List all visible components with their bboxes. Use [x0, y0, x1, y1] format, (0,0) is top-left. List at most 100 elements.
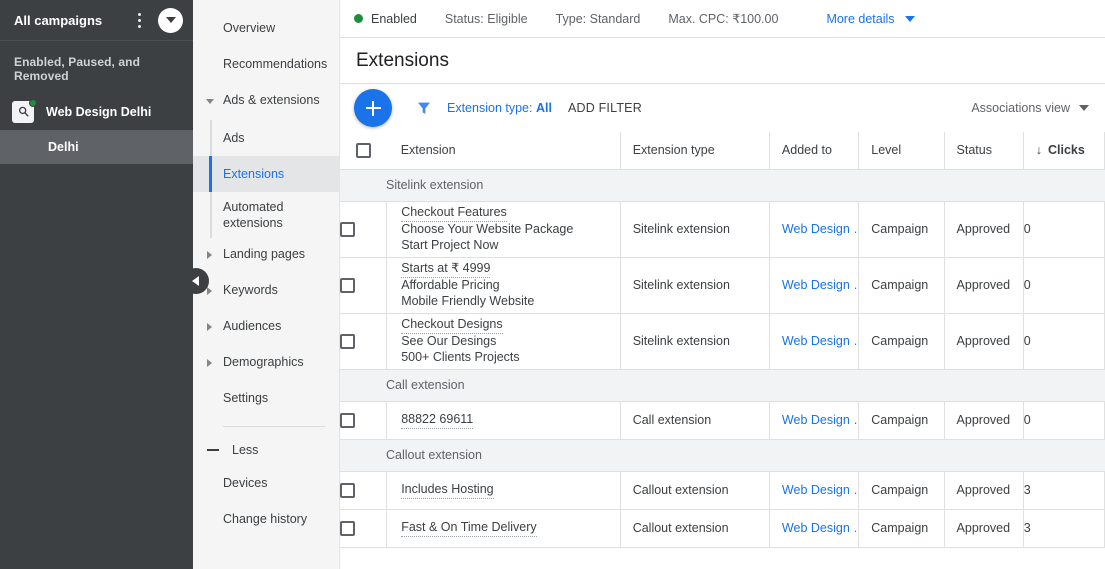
row-checkbox[interactable]: [340, 482, 355, 498]
nav-item-devices[interactable]: Devices: [193, 467, 339, 503]
table-row[interactable]: 88822 69611 Call extension Web Design … Cam…: [340, 401, 1105, 440]
added-to-cell[interactable]: Web Design …: [769, 401, 860, 440]
more-details-label: More details: [826, 11, 895, 26]
chevron-down-icon: [904, 15, 915, 22]
nav-item-audiences[interactable]: Audiences: [193, 310, 339, 346]
table-group-label: Sitelink extension: [340, 169, 1105, 202]
level-cell: Campaign: [858, 313, 945, 370]
column-header-clicks[interactable]: ↓ Clicks: [1023, 132, 1105, 170]
nav-item-recommendations[interactable]: Recommendations: [193, 48, 339, 84]
column-header-added-to[interactable]: Added to: [769, 132, 860, 170]
added-to-link[interactable]: Web Design …: [782, 222, 858, 236]
extension-type-cell: Sitelink extension: [620, 201, 770, 258]
extension-title[interactable]: Fast & On Time Delivery: [401, 520, 537, 537]
adgroup-name: Delhi: [48, 140, 79, 154]
level-cell: Campaign: [858, 471, 945, 510]
table-group-row: Sitelink extension: [340, 169, 1105, 202]
added-to-cell[interactable]: Web Design …: [769, 471, 860, 510]
added-to-link[interactable]: Web Design …: [782, 413, 858, 427]
filter-chip-value: All: [535, 101, 552, 115]
table-row[interactable]: Fast & On Time Delivery Callout extension…: [340, 509, 1105, 548]
eligibility-status: Status: Eligible: [444, 11, 528, 26]
row-checkbox[interactable]: [340, 412, 355, 428]
added-to-cell[interactable]: Web Design …: [769, 313, 860, 370]
page-title: Extensions: [356, 49, 449, 71]
row-checkbox[interactable]: [340, 333, 355, 349]
column-header-extension-type[interactable]: Extension type: [620, 132, 770, 170]
nav-item-extensions[interactable]: Extensions: [193, 156, 339, 192]
extension-title[interactable]: Starts at ₹ 4999: [401, 261, 491, 278]
row-select-cell: [340, 471, 388, 510]
campaign-name: Web Design Delhi: [46, 104, 152, 119]
extension-title[interactable]: Includes Hosting: [401, 482, 494, 499]
sidebar-item-adgroup[interactable]: Delhi: [0, 130, 193, 164]
nav-item-automated-extensions[interactable]: Automated extensions: [193, 192, 339, 238]
nav-item-ads-extensions[interactable]: Ads & extensions: [193, 84, 339, 120]
campaign-status-dot: [29, 98, 37, 107]
filter-funnel-icon[interactable]: [416, 100, 432, 116]
select-all-checkbox[interactable]: [355, 142, 371, 158]
extension-title[interactable]: Checkout Designs: [401, 317, 503, 334]
search-campaign-icon: [12, 98, 37, 123]
added-to-link[interactable]: Web Design …: [782, 278, 858, 292]
extension-line: 500+ Clients Projects: [401, 349, 520, 364]
extension-type-cell: Sitelink extension: [620, 313, 770, 370]
added-to-link[interactable]: Web Design …: [782, 483, 858, 497]
clicks-cell: 3: [1023, 509, 1105, 548]
google-ads-app: All campaigns Enabled, Paused, and Remov…: [0, 0, 1105, 569]
select-all-header: [340, 132, 387, 170]
chevron-down-icon[interactable]: [158, 7, 183, 33]
row-checkbox[interactable]: [340, 221, 355, 237]
status-cell: Approved: [944, 509, 1024, 548]
add-filter-button[interactable]: ADD FILTER: [568, 101, 642, 115]
plus-icon: [365, 100, 381, 116]
extensions-table-area: Extension Extension type Added to Level …: [340, 132, 1105, 569]
nav-label: Audiences: [223, 319, 282, 333]
nav-item-demographics[interactable]: Demographics: [193, 346, 339, 382]
table-row[interactable]: Checkout Designs See Our Desings 500+ Clie…: [340, 313, 1105, 370]
table-header: Extension Extension type Added to Level …: [340, 132, 1105, 170]
nav-label: Demographics: [223, 355, 304, 369]
associations-view-selector[interactable]: Associations view: [971, 101, 1089, 115]
extension-type-cell: Call extension: [620, 401, 770, 440]
added-to-link[interactable]: Web Design …: [782, 521, 858, 535]
added-to-cell[interactable]: Web Design …: [769, 509, 860, 548]
more-vert-icon[interactable]: [127, 8, 151, 32]
add-extension-button[interactable]: [354, 89, 392, 127]
added-to-cell[interactable]: Web Design …: [769, 257, 860, 314]
extension-type-filter[interactable]: Extension type: All: [447, 101, 552, 115]
more-details-button[interactable]: More details: [826, 11, 915, 26]
row-checkbox[interactable]: [340, 277, 355, 293]
table-row[interactable]: Checkout Features Choose Your Website Pac…: [340, 201, 1105, 258]
column-header-extension[interactable]: Extension: [386, 132, 621, 170]
sidebar-item-campaign[interactable]: Web Design Delhi: [0, 93, 193, 130]
status-cell: Approved: [944, 313, 1024, 370]
nav-item-less[interactable]: Less: [193, 433, 339, 467]
column-header-status[interactable]: Status: [944, 132, 1024, 170]
nav-item-keywords[interactable]: Keywords: [193, 274, 339, 310]
nav-item-landing-pages[interactable]: Landing pages: [193, 238, 339, 274]
nav-item-ads[interactable]: Ads: [193, 120, 339, 156]
chevron-left-icon[interactable]: [183, 268, 209, 294]
nav-label: Landing pages: [223, 247, 306, 261]
enabled-dot-icon: [354, 14, 363, 23]
row-checkbox[interactable]: [340, 520, 355, 536]
chevron-right-icon: [207, 287, 212, 295]
nav-item-overview[interactable]: Overview: [193, 12, 339, 48]
nav-item-change-history[interactable]: Change history: [193, 503, 339, 539]
status-badge: Enabled: [354, 12, 417, 26]
table-row[interactable]: Starts at ₹ 4999 Affordable Pricing Mobile…: [340, 257, 1105, 314]
added-to-cell[interactable]: Web Design …: [769, 201, 860, 258]
nav-item-settings[interactable]: Settings: [193, 382, 339, 418]
status-cell: Approved: [944, 401, 1024, 440]
extension-title[interactable]: 88822 69611: [401, 412, 474, 429]
table-row[interactable]: Includes Hosting Callout extension Web Des…: [340, 471, 1105, 510]
added-to-link[interactable]: Web Design …: [782, 334, 858, 348]
column-header-level[interactable]: Level: [858, 132, 945, 170]
level-cell: Campaign: [858, 201, 945, 258]
chevron-down-icon: [1079, 105, 1089, 111]
campaign-type: Type: Standard: [555, 11, 641, 26]
extension-title[interactable]: Checkout Features: [401, 205, 507, 222]
extension-cell: Checkout Designs See Our Desings 500+ Clie…: [386, 313, 621, 370]
nav-label: Ads & extensions: [223, 93, 320, 107]
